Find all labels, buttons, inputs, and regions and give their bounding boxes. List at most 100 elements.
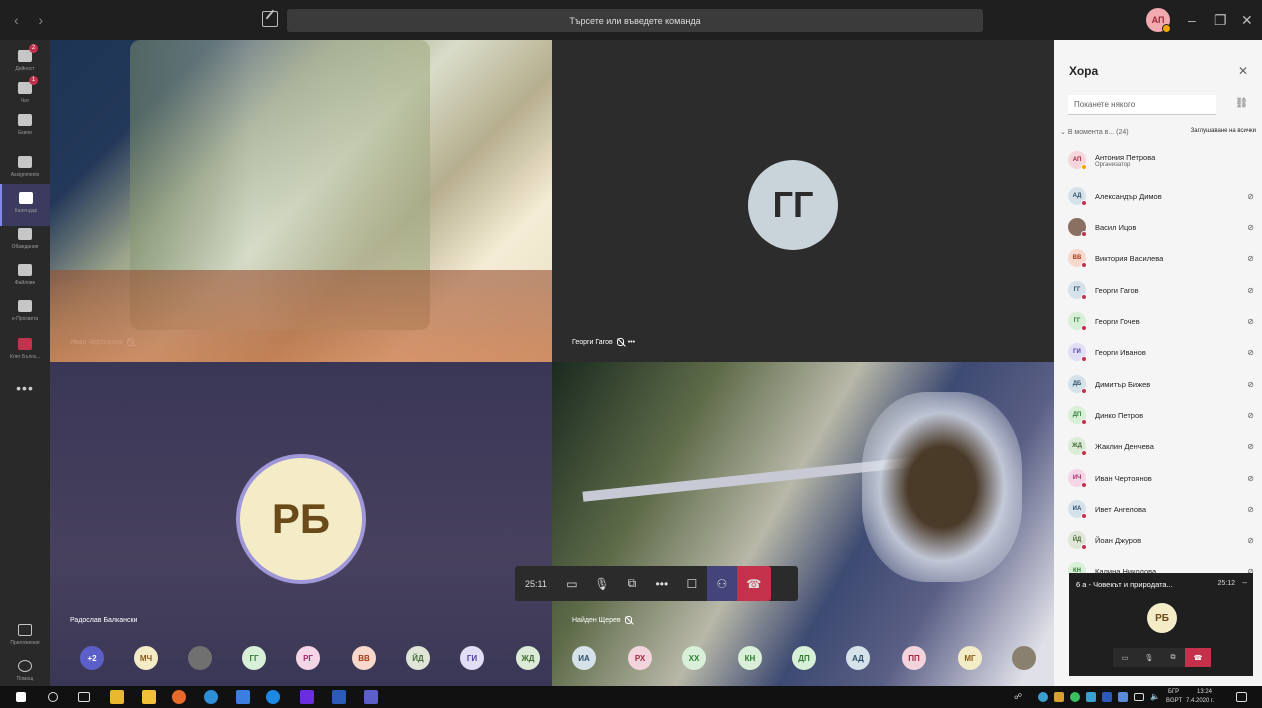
tray-icon[interactable] — [1070, 692, 1080, 702]
tray-icon[interactable] — [1118, 692, 1128, 702]
share-button[interactable]: ⧉ — [617, 566, 647, 601]
participant-row[interactable]: ГГ Георги Гагов ⊘ — [1068, 280, 1254, 300]
clock-time[interactable]: 13:24 — [1197, 689, 1212, 695]
participants-button[interactable]: ⚇ — [706, 566, 737, 601]
windows-start-icon[interactable] — [16, 692, 26, 702]
gallery-avatar[interactable]: ЖД — [516, 646, 540, 670]
gallery-avatar[interactable]: МГ — [958, 646, 982, 670]
presence-status-icon — [1081, 388, 1087, 394]
gallery-avatar[interactable]: АД — [846, 646, 870, 670]
app-icon[interactable] — [236, 690, 250, 704]
tray-icon[interactable] — [1102, 692, 1112, 702]
teams-icon[interactable] — [364, 690, 378, 704]
participant-name-tag: Иван Чертоянов — [70, 338, 134, 346]
video-tile[interactable]: ГГ Георги Гагов ••• — [552, 40, 1054, 362]
tray-icon[interactable] — [1086, 692, 1096, 702]
tray-icon[interactable] — [1054, 692, 1064, 702]
volume-icon[interactable]: 🔈 — [1150, 692, 1160, 701]
back-forward-arrows[interactable]: ‹ › — [14, 12, 51, 28]
gallery-avatar[interactable]: ГГ — [242, 646, 266, 670]
gallery-avatar[interactable]: ЙД — [406, 646, 430, 670]
assignments-icon — [18, 156, 32, 168]
gallery-avatar[interactable]: КН — [738, 646, 762, 670]
gallery-avatar[interactable]: РГ — [296, 646, 320, 670]
file-explorer-icon[interactable] — [110, 690, 124, 704]
video-tile[interactable]: Иван Чертоянов — [50, 40, 552, 362]
word-icon[interactable] — [332, 690, 346, 704]
notification-center-icon[interactable] — [1236, 692, 1247, 702]
gallery-avatar[interactable] — [1012, 646, 1036, 670]
people-tray-icon[interactable]: ☍ — [1014, 692, 1022, 701]
input-language[interactable]: БГР — [1168, 689, 1179, 695]
mic-icon[interactable]: 🎙 — [1137, 648, 1161, 667]
edge-icon[interactable] — [266, 690, 280, 704]
new-chat-icon[interactable] — [262, 11, 278, 27]
minimize-icon[interactable]: – — [1188, 12, 1196, 28]
in-meeting-section[interactable]: ⌄ В момента в... (24) — [1060, 128, 1129, 136]
more-options-icon[interactable]: ••• — [628, 339, 635, 346]
gallery-avatar[interactable]: ДП — [792, 646, 816, 670]
participant-row[interactable]: Васил Ицов ⊘ — [1068, 217, 1254, 237]
avatar-initials: АД — [1072, 193, 1082, 199]
participant-row[interactable]: АД Александър Димов ⊘ — [1068, 186, 1254, 206]
mic-button[interactable]: 🎙 — [587, 566, 617, 601]
participant-row[interactable]: ДП Динко Петров ⊘ — [1068, 405, 1254, 425]
minimize-icon[interactable]: – — [1243, 578, 1247, 587]
participant-avatar: ЖД — [1068, 437, 1087, 456]
participant-row[interactable]: ЖД Жаклин Денчева ⊘ — [1068, 436, 1254, 456]
gallery-avatar[interactable]: ВВ — [352, 646, 376, 670]
tray-icon[interactable] — [1038, 692, 1048, 702]
gallery-avatar[interactable]: РХ — [628, 646, 652, 670]
maximize-icon[interactable]: ❐ — [1214, 12, 1227, 29]
media-icon[interactable] — [300, 690, 314, 704]
mini-call-window[interactable]: 6 а - Човекът и природата... 25:12 – РБ … — [1069, 573, 1253, 676]
hang-up-icon[interactable]: ☎ — [1185, 648, 1211, 667]
participant-row[interactable]: ИЧ Иван Чертоянов ⊘ — [1068, 468, 1254, 488]
participant-name-tag: Найден Щерев — [572, 616, 632, 624]
participant-name-block: Георги Иванов — [1095, 348, 1244, 357]
ie-icon[interactable] — [204, 690, 218, 704]
presence-status-icon — [1081, 164, 1087, 170]
participant-row[interactable]: ГГ Георги Гочев ⊘ — [1068, 311, 1254, 331]
gallery-avatar[interactable]: ИА — [572, 646, 596, 670]
store-icon[interactable] — [142, 690, 156, 704]
search-input[interactable]: Търсете или въведете команда — [287, 9, 983, 32]
clock-date[interactable]: 7.4.2020 г. — [1186, 698, 1214, 704]
gallery-avatar[interactable]: +2 — [80, 646, 104, 670]
firefox-icon[interactable] — [172, 690, 186, 704]
gallery-avatar[interactable]: МЧ — [134, 646, 158, 670]
invite-input[interactable]: Поканете някого — [1068, 95, 1216, 115]
rail-eprosveta[interactable]: e-Просвета — [0, 292, 50, 334]
participant-row[interactable]: ВВ Виктория Василева ⊘ — [1068, 248, 1254, 268]
avatar-initials: ВВ — [1072, 255, 1082, 261]
hang-up-button[interactable]: ☎ — [736, 566, 771, 601]
participant-row[interactable]: АП Антония Петрова Организатор — [1068, 150, 1254, 170]
camera-off-button[interactable]: ▭ — [557, 566, 587, 601]
gallery-avatar[interactable]: ХХ — [682, 646, 706, 670]
rail-klet[interactable]: Клет Бълга... — [0, 330, 50, 372]
gallery-avatar[interactable]: ГИ — [460, 646, 484, 670]
close-panel-icon[interactable]: ✕ — [1238, 64, 1248, 78]
share-link-icon[interactable]: ⛓ — [1235, 98, 1248, 109]
participant-row[interactable]: ЙД Йоан Джуров ⊘ — [1068, 530, 1254, 550]
participant-name-block: Антония Петрова Организатор — [1095, 153, 1254, 168]
chat-button[interactable]: ☐ — [677, 566, 707, 601]
mute-all-button[interactable]: Заглушаване на всички — [1191, 128, 1256, 134]
network-icon[interactable] — [1134, 693, 1144, 701]
more-actions-button[interactable]: ••• — [647, 566, 677, 601]
task-view-icon[interactable] — [78, 692, 90, 702]
participant-row[interactable]: ДБ Димитър Бижев ⊘ — [1068, 374, 1254, 394]
participant-row[interactable]: ИА Ивет Ангелова ⊘ — [1068, 499, 1254, 519]
rail-teams[interactable]: Екипи — [0, 106, 50, 148]
search-icon[interactable] — [48, 692, 58, 702]
more-apps-button[interactable]: ••• — [0, 380, 50, 396]
profile-avatar[interactable]: АП — [1146, 8, 1171, 33]
keyboard-layout[interactable]: BGPT — [1166, 698, 1182, 704]
gallery-avatar[interactable]: ПП — [902, 646, 926, 670]
share-screen-icon[interactable]: ⧉ — [1161, 648, 1185, 667]
camera-off-icon[interactable]: ▭ — [1113, 648, 1137, 667]
participant-row[interactable]: ГИ Георги Иванов ⊘ — [1068, 342, 1254, 362]
mic-off-icon: ⊘ — [1247, 191, 1254, 201]
gallery-avatar[interactable] — [188, 646, 212, 670]
close-icon[interactable]: ✕ — [1241, 12, 1253, 29]
